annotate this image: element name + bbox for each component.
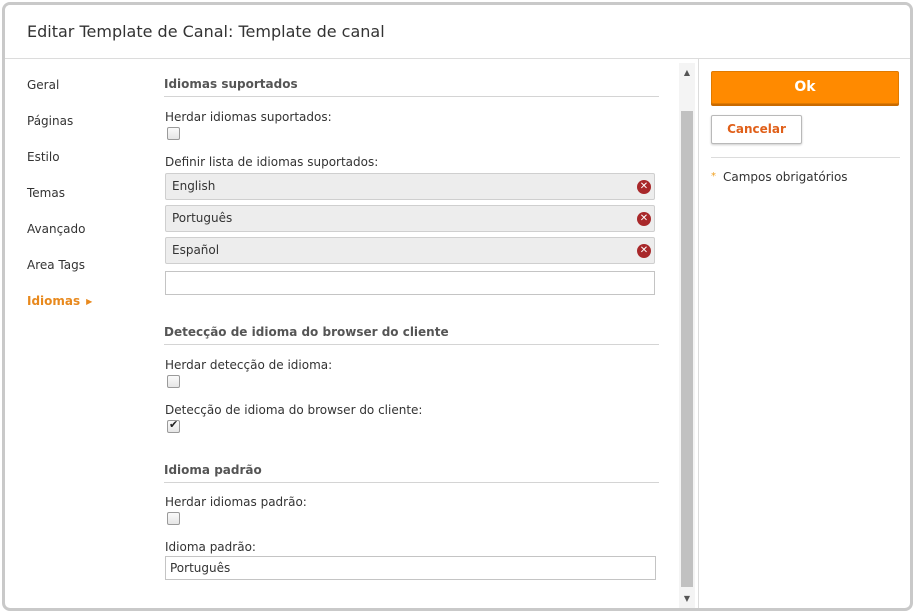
add-language-input[interactable] bbox=[165, 271, 655, 295]
nav-item-avancado[interactable]: Avançado bbox=[27, 211, 147, 247]
inherit-supported-languages-label: Herdar idiomas suportados: bbox=[165, 110, 332, 124]
section-title-default-language: Idioma padrão bbox=[164, 463, 659, 483]
active-arrow-icon: ▶ bbox=[86, 297, 93, 306]
inherit-default-language-label: Herdar idiomas padrão: bbox=[165, 495, 307, 509]
default-language-label: Idioma padrão: bbox=[165, 540, 256, 554]
action-panel: Ok Cancelar * Campos obrigatórios bbox=[698, 59, 910, 608]
nav-item-label: Estilo bbox=[27, 150, 60, 164]
form-scrollbar[interactable]: ▲ ▼ bbox=[679, 63, 695, 608]
remove-icon[interactable]: ✕ bbox=[637, 180, 651, 194]
required-fields-label: Campos obrigatórios bbox=[723, 170, 848, 184]
dialog-titlebar: Editar Template de Canal: Template de ca… bbox=[5, 5, 910, 59]
language-tag: Español ✕ bbox=[165, 237, 655, 264]
dialog-title: Editar Template de Canal: Template de ca… bbox=[27, 22, 385, 41]
nav-item-label: Area Tags bbox=[27, 258, 85, 272]
language-tag-label: Português bbox=[172, 211, 233, 225]
language-tag-label: English bbox=[172, 179, 216, 193]
required-fields-note: * Campos obrigatórios bbox=[711, 170, 848, 184]
language-tag: Português ✕ bbox=[165, 205, 655, 232]
nav-item-label: Páginas bbox=[27, 114, 74, 128]
divider bbox=[711, 157, 900, 158]
scroll-down-icon[interactable]: ▼ bbox=[679, 591, 695, 607]
scroll-up-icon[interactable]: ▲ bbox=[679, 65, 695, 81]
scrollbar-thumb[interactable] bbox=[681, 111, 693, 587]
ok-button[interactable]: Ok bbox=[711, 71, 899, 104]
browser-detection-label: Detecção de idioma do browser do cliente… bbox=[165, 403, 423, 417]
cancel-button[interactable]: Cancelar bbox=[711, 115, 802, 144]
edit-channel-template-dialog: Editar Template de Canal: Template de ca… bbox=[2, 2, 913, 611]
nav-item-label: Temas bbox=[27, 186, 65, 200]
inherit-detection-checkbox[interactable] bbox=[167, 375, 180, 388]
nav-item-geral[interactable]: Geral bbox=[27, 67, 147, 103]
inherit-default-language-checkbox[interactable] bbox=[167, 512, 180, 525]
nav-item-area-tags[interactable]: Area Tags bbox=[27, 247, 147, 283]
nav-item-label: Idiomas bbox=[27, 294, 81, 308]
required-star-icon: * bbox=[711, 171, 716, 182]
settings-nav: Geral Páginas Estilo Temas Avançado Area… bbox=[27, 67, 147, 319]
nav-item-estilo[interactable]: Estilo bbox=[27, 139, 147, 175]
remove-icon[interactable]: ✕ bbox=[637, 244, 651, 258]
inherit-supported-languages-checkbox[interactable] bbox=[167, 127, 180, 140]
browser-detection-checkbox[interactable] bbox=[167, 418, 180, 433]
language-tag-label: Español bbox=[172, 243, 220, 257]
nav-item-temas[interactable]: Temas bbox=[27, 175, 147, 211]
nav-item-idiomas[interactable]: Idiomas ▶ bbox=[27, 283, 147, 319]
define-supported-languages-label: Definir lista de idiomas suportados: bbox=[165, 155, 379, 169]
section-title-supported-languages: Idiomas suportados bbox=[164, 77, 659, 97]
nav-item-paginas[interactable]: Páginas bbox=[27, 103, 147, 139]
inherit-detection-label: Herdar detecção de idioma: bbox=[165, 358, 333, 372]
language-tag: English ✕ bbox=[165, 173, 655, 200]
nav-item-label: Geral bbox=[27, 78, 60, 92]
nav-item-label: Avançado bbox=[27, 222, 86, 236]
section-title-browser-detection: Detecção de idioma do browser do cliente bbox=[164, 325, 659, 345]
remove-icon[interactable]: ✕ bbox=[637, 212, 651, 226]
default-language-input[interactable]: Português bbox=[165, 556, 656, 580]
